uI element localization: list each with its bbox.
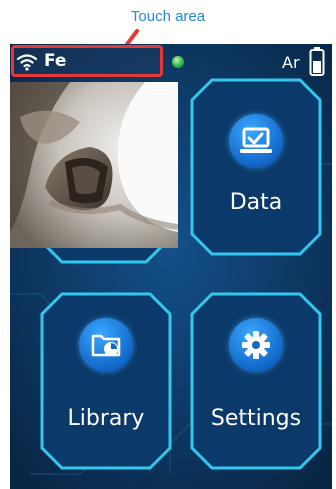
laptop-check-icon	[240, 127, 272, 153]
gas-label: Ar	[282, 53, 300, 72]
battery-icon	[309, 47, 325, 76]
settings-label: Settings	[210, 406, 302, 431]
data-label: Data	[229, 190, 283, 215]
settings-tile[interactable]: Settings	[190, 292, 322, 470]
tile-bottom-edge	[70, 482, 150, 489]
data-tile[interactable]: Data	[190, 78, 322, 256]
wifi-icon	[16, 54, 38, 71]
camera-preview	[10, 82, 178, 248]
camera-image	[10, 82, 178, 248]
status-led	[172, 56, 184, 68]
library-label: Library	[67, 406, 145, 431]
library-tile[interactable]: Library	[40, 292, 172, 470]
status-bar: Fe Ar	[10, 44, 332, 82]
folder-chart-icon	[91, 334, 121, 357]
element-label[interactable]: Fe	[44, 51, 66, 71]
gear-icon	[242, 331, 270, 359]
